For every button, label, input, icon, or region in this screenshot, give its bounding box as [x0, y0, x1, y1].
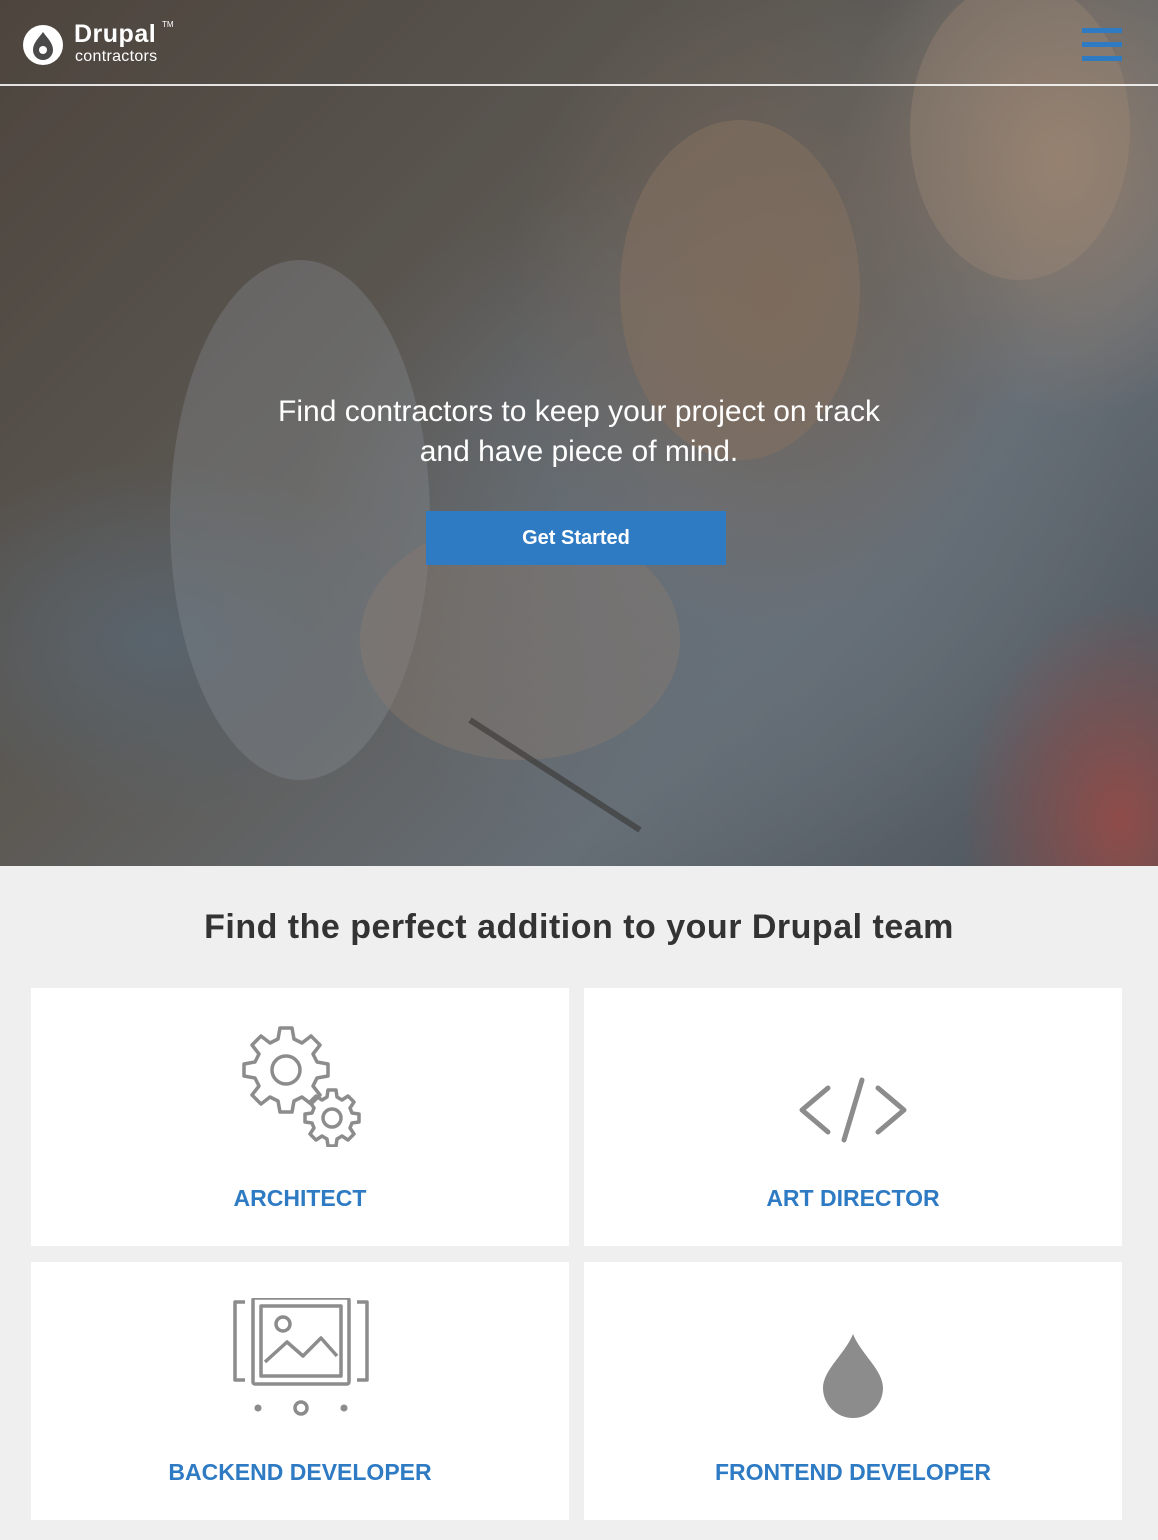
- hamburger-menu-icon[interactable]: [1082, 28, 1122, 62]
- hero-headline-line-1: Find contractors to keep your project on…: [278, 395, 880, 428]
- role-label-art-director: ART DIRECTOR: [766, 1185, 940, 1211]
- logo-trademark: TM: [162, 20, 174, 29]
- role-card-frontend-developer[interactable]: FRONTEND DEVELOPER: [584, 1262, 1122, 1520]
- hero-headline: Find contractors to keep your project on…: [200, 392, 958, 472]
- role-label-backend-developer: BACKEND DEVELOPER: [168, 1459, 432, 1485]
- gears-icon: [242, 1026, 361, 1147]
- image-gallery-icon: [233, 1298, 369, 1416]
- get-started-button[interactable]: Get Started: [426, 511, 726, 565]
- site-header: Drupal TM contractors: [0, 0, 1158, 86]
- role-card-art-director[interactable]: ART DIRECTOR: [584, 988, 1122, 1246]
- logo-subtitle: contractors: [75, 48, 158, 65]
- section-title: Find the perfect addition to your Drupal…: [204, 908, 954, 946]
- drop-icon: [823, 1334, 883, 1418]
- logo-name: Drupal: [74, 20, 157, 48]
- drupal-drop-logo-icon: [23, 25, 63, 65]
- role-label-architect: ARCHITECT: [233, 1185, 367, 1211]
- role-card-architect[interactable]: ARCHITECT: [31, 988, 569, 1246]
- role-label-frontend-developer: FRONTEND DEVELOPER: [714, 1459, 992, 1485]
- hero-banner: Drupal TM contractors Find contractors t…: [0, 0, 1158, 866]
- drupal-contractors-logo[interactable]: Drupal TM contractors: [22, 20, 192, 70]
- hero-headline-line-2: and have piece of mind.: [419, 435, 739, 468]
- role-card-backend-developer[interactable]: BACKEND DEVELOPER: [31, 1262, 569, 1520]
- code-brackets-icon: [799, 1077, 907, 1143]
